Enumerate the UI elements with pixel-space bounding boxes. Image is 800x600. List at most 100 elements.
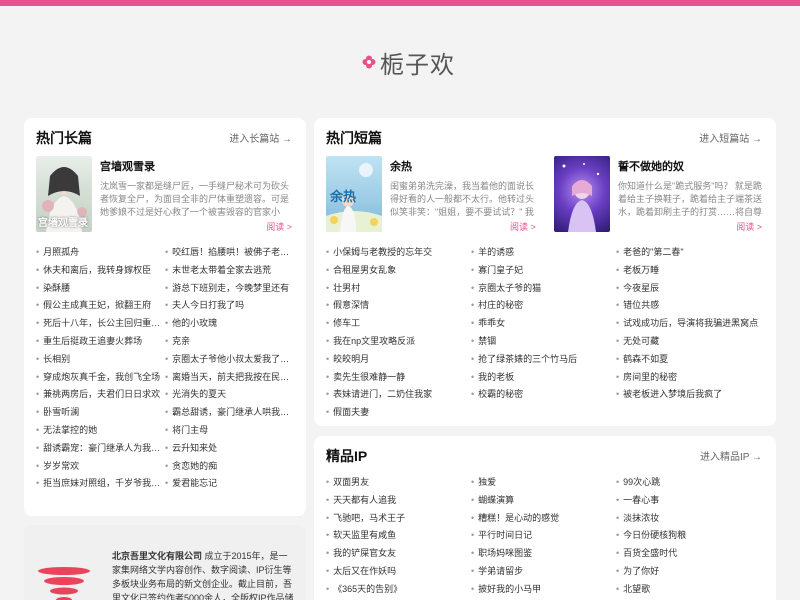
list-item[interactable]: 游总下班别走，今晚梦里还有 [165, 280, 293, 298]
list-item[interactable]: 贪恋她的痴 [165, 458, 293, 476]
list-item[interactable]: 我在np文里攻略反派 [326, 333, 468, 351]
ip-list-col2: 独爱 蝴蝶演算 糟糕！是心动的感觉 平行时间日记 职场妈咪图鉴 学弟请留步 披好… [471, 474, 611, 599]
list-item[interactable]: 99次心跳 [616, 474, 768, 492]
list-item[interactable]: 飞驰吧，马术王子 [326, 510, 468, 528]
section-title: 热门短篇 [326, 128, 382, 149]
site-logo[interactable]: 栀子欢 [362, 46, 455, 79]
list-item[interactable]: 错位共感 [616, 297, 768, 315]
list-item[interactable]: 末世老太带着全家去逃荒 [165, 262, 293, 280]
book-cover[interactable]: 宫墙观雪录 [36, 156, 92, 232]
list-item[interactable]: 被老板进入梦境后我疯了 [616, 386, 768, 404]
list-item[interactable]: 职场妈咪图鉴 [471, 545, 611, 563]
list-item[interactable]: 一春心事 [616, 492, 768, 510]
list-item[interactable]: 《365天的告别》 [326, 581, 468, 599]
enter-long-site-link[interactable]: 进入长篇站 → [229, 130, 292, 145]
list-item[interactable]: 我的铲屎官女友 [326, 545, 468, 563]
list-item[interactable]: 寡门皇子妃 [471, 262, 611, 280]
read-link[interactable]: 阅读 > [736, 220, 762, 233]
list-item[interactable]: 今日份硬核狗粮 [616, 527, 768, 545]
read-link[interactable]: 阅读 > [510, 220, 536, 233]
list-item[interactable]: 甜诱霸宠：豪门继承人为我… [36, 440, 162, 458]
list-item[interactable]: 假意深情 [326, 297, 468, 315]
list-item[interactable]: 岁岁常欢 [36, 458, 162, 476]
list-item[interactable]: 糟糕！是心动的感觉 [471, 510, 611, 528]
list-item[interactable]: 房间里的秘密 [616, 369, 768, 387]
enter-short-site-link[interactable]: 进入短篇站 → [699, 130, 762, 145]
list-item[interactable]: 霸总甜诱，豪门继承人哄我… [165, 404, 293, 422]
long-list-col2: 咬红唇！掐腰哄！被佛子老… 末世老太带着全家去逃荒 游总下班别走，今晚梦里还有 … [165, 244, 293, 493]
list-item[interactable]: 卧雪听澜 [36, 404, 162, 422]
list-item[interactable]: 假公主成真王妃，掀翻王府 [36, 297, 162, 315]
book-cover[interactable] [554, 156, 610, 232]
list-item[interactable]: 天天都有人追我 [326, 492, 468, 510]
list-item[interactable]: 重生后挺政王追妻火葬场 [36, 333, 162, 351]
list-item[interactable]: 夫人今日打我了吗 [165, 297, 293, 315]
list-item[interactable]: 表妹请进门，二奶住我家 [326, 386, 468, 404]
featured-book-2[interactable]: 誓不做她的奴 你知道什么是"跪式服务"吗？ 就是跪着给主子换鞋子，跪着给主子端茶… [554, 156, 766, 232]
list-item[interactable]: 为了你好 [616, 563, 768, 581]
list-item[interactable]: 百货全盛时代 [616, 545, 768, 563]
list-item[interactable]: 合租屋男女乱象 [326, 262, 468, 280]
list-item[interactable]: 我的老板 [471, 369, 611, 387]
list-item[interactable]: 无处可藏 [616, 333, 768, 351]
featured-book[interactable]: 宫墙观雪录 宫墙观雪录 沈岚雪一家都是缝尸匠，一手缝尸秘术可为砍头者恢复全尸，为… [36, 156, 296, 232]
list-item[interactable]: 休夫和离后，我转身嫁权臣 [36, 262, 162, 280]
book-title[interactable]: 余热 [390, 158, 540, 174]
list-item[interactable]: 软天监里有咸鱼 [326, 527, 468, 545]
list-item[interactable]: 无法掌控的她 [36, 422, 162, 440]
list-item[interactable]: 独爱 [471, 474, 611, 492]
ip-list-col1: 双面男友 天天都有人追我 飞驰吧，马术王子 软天监里有咸鱼 我的铲屎官女友 太后… [326, 474, 468, 599]
enter-ip-site-link[interactable]: 进入精品IP → [700, 448, 762, 463]
list-item[interactable]: 云升知来处 [165, 440, 293, 458]
list-item[interactable]: 学弟请留步 [471, 563, 611, 581]
list-item[interactable]: 咬红唇！掐腰哄！被佛子老… [165, 244, 293, 262]
cover-title: 宫墙观雪录 [38, 218, 88, 229]
list-item[interactable]: 北望歌 [616, 581, 768, 599]
list-item[interactable]: 乖乖女 [471, 315, 611, 333]
book-cover[interactable]: 余热 [326, 156, 382, 232]
list-item[interactable]: 卖先生很难静一静 [326, 369, 468, 387]
list-item[interactable]: 拒当庶妹对照组，千岁爷我… [36, 475, 162, 493]
list-item[interactable]: 抢了绿茶婊的三个竹马后 [471, 351, 611, 369]
book-title[interactable]: 宫墙观雪录 [100, 158, 290, 174]
list-item[interactable]: 兼祧两房后，夫君们日日求欢 [36, 386, 162, 404]
list-item[interactable]: 将门主母 [165, 422, 293, 440]
list-item[interactable]: 小保姆与老教授的忘年交 [326, 244, 468, 262]
list-item[interactable]: 壮男村 [326, 280, 468, 298]
list-item[interactable]: 修车工 [326, 315, 468, 333]
list-item[interactable]: 试戏成功后，导演将我骗进黑窝点 [616, 315, 768, 333]
list-item[interactable]: 平行时间日记 [471, 527, 611, 545]
list-item[interactable]: 村庄的秘密 [471, 297, 611, 315]
list-item[interactable]: 禁锢 [471, 333, 611, 351]
list-item[interactable]: 披好我的小马甲 [471, 581, 611, 599]
list-item[interactable]: 克亲 [165, 333, 293, 351]
list-item[interactable]: 爱君能忘记 [165, 475, 293, 493]
list-item[interactable]: 校霸的秘密 [471, 386, 611, 404]
list-item[interactable]: 皎皎明月 [326, 351, 468, 369]
list-item[interactable]: 京圈太子爷的猫 [471, 280, 611, 298]
list-item[interactable]: 鹤森不如夏 [616, 351, 768, 369]
list-item[interactable]: 今夜星辰 [616, 280, 768, 298]
list-item[interactable]: 月照孤舟 [36, 244, 162, 262]
list-item[interactable]: 穿成炮灰真千金，我创飞全场 [36, 369, 162, 387]
list-item[interactable]: 双面男友 [326, 474, 468, 492]
list-item[interactable]: 长相别 [36, 351, 162, 369]
flower-icon [362, 55, 376, 69]
read-link[interactable]: 阅读 > [266, 220, 292, 233]
list-item[interactable]: 死后十八年，长公主回归重… [36, 315, 162, 333]
list-item[interactable]: 老爸的"第二春" [616, 244, 768, 262]
list-item[interactable]: 光消失的夏天 [165, 386, 293, 404]
list-item[interactable]: 蝴蝶演算 [471, 492, 611, 510]
featured-book-1[interactable]: 余热 余热 闺蜜弟弟洗完澡，我当着他的面说长得好看的人一般都不太行。他转过头似笑… [326, 156, 540, 232]
list-item[interactable]: 染酥腰 [36, 280, 162, 298]
list-item[interactable]: 京圈太子爷他小叔太爱我了… [165, 351, 293, 369]
list-item[interactable]: 离婚当天，前夫把我按在民… [165, 369, 293, 387]
ip-list-col3: 99次心跳 一春心事 淡抹浓妆 今日份硬核狗粮 百货全盛时代 为了你好 北望歌 [616, 474, 768, 599]
list-item[interactable]: 太后又在作妖吗 [326, 563, 468, 581]
list-item[interactable]: 羊的诱惑 [471, 244, 611, 262]
book-title[interactable]: 誓不做她的奴 [618, 158, 766, 174]
list-item[interactable]: 老板万睡 [616, 262, 768, 280]
list-item[interactable]: 假面夫妻 [326, 404, 468, 422]
list-item[interactable]: 他的小玫瑰 [165, 315, 293, 333]
list-item[interactable]: 淡抹浓妆 [616, 510, 768, 528]
